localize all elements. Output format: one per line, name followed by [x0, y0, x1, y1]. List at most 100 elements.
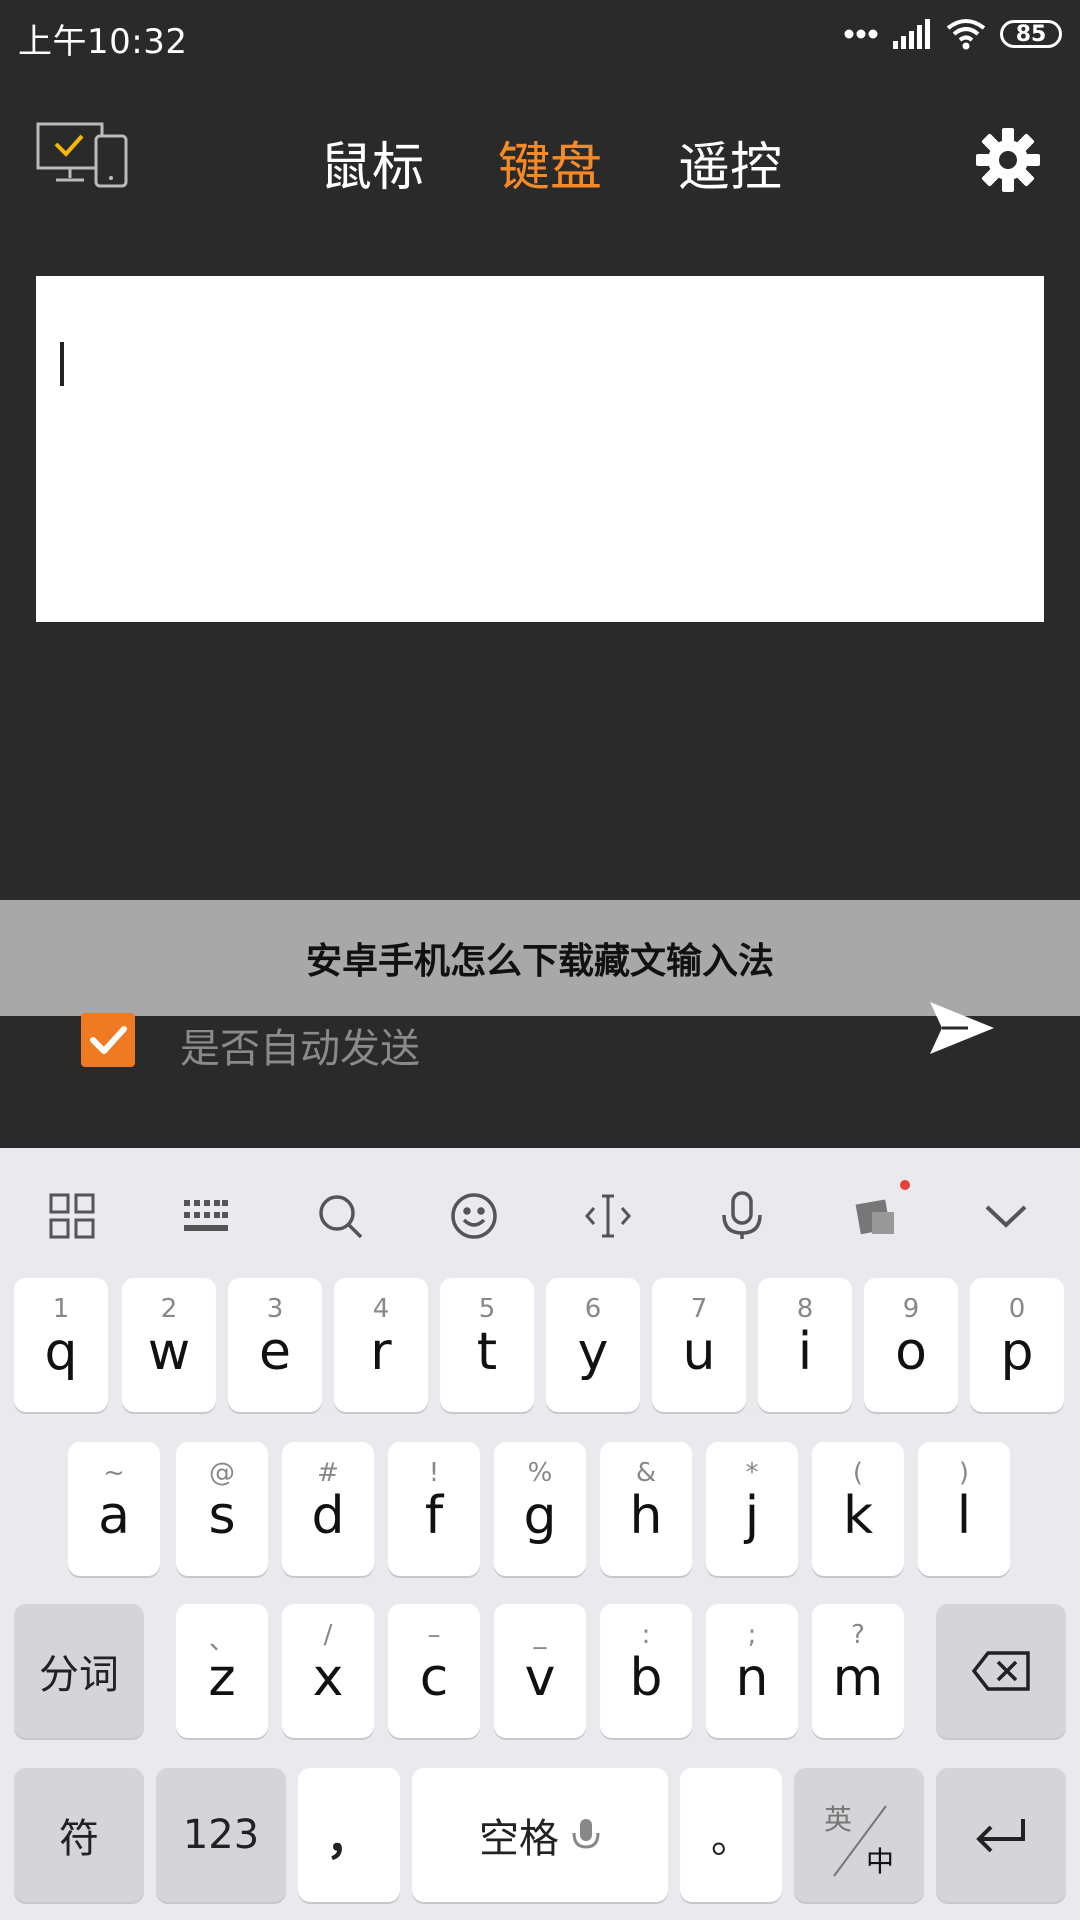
key-letter: w: [147, 1322, 191, 1382]
comma-key[interactable]: ，: [298, 1768, 400, 1902]
key-alt: 2: [160, 1294, 178, 1324]
key-a[interactable]: ~ a: [68, 1442, 160, 1576]
overlay-banner: 安卓手机怎么下载藏文输入法: [0, 900, 1080, 1016]
key-m[interactable]: ? m: [812, 1604, 904, 1738]
split-word-label: 分词: [39, 1652, 119, 1698]
key-v[interactable]: _ v: [494, 1604, 586, 1738]
microphone-icon[interactable]: [712, 1186, 772, 1246]
key-letter: p: [1000, 1322, 1034, 1382]
key-letter: t: [476, 1322, 498, 1382]
send-icon[interactable]: [928, 998, 996, 1058]
key-alt: @: [209, 1458, 235, 1488]
key-alt: #: [317, 1458, 339, 1488]
apps-grid-icon[interactable]: [42, 1186, 102, 1246]
key-alt: /: [323, 1620, 333, 1650]
backspace-key[interactable]: [936, 1604, 1066, 1738]
autosend-label: 是否自动发送: [180, 1026, 420, 1072]
key-t[interactable]: 5t: [440, 1278, 534, 1412]
language-switch-key[interactable]: 英 中: [794, 1768, 924, 1902]
key-letter: g: [523, 1486, 557, 1546]
key-alt: 3: [266, 1294, 284, 1324]
text-input-area[interactable]: [36, 276, 1044, 622]
key-w[interactable]: 2w: [122, 1278, 216, 1412]
keyboard-layout-icon[interactable]: [176, 1186, 236, 1246]
device-connect-icon[interactable]: [36, 122, 130, 188]
microphone-icon: [572, 1819, 600, 1849]
status-bar: 上午10:32 85: [0, 0, 1080, 76]
enter-icon: [936, 1768, 1066, 1902]
key-n[interactable]: ; n: [706, 1604, 798, 1738]
key-alt: _: [533, 1620, 547, 1650]
gear-icon[interactable]: [976, 128, 1040, 192]
key-i[interactable]: 8i: [758, 1278, 852, 1412]
key-k[interactable]: (k: [812, 1442, 904, 1576]
text-cursor-move-icon[interactable]: [578, 1186, 638, 1246]
autosend-checkbox[interactable]: [81, 1013, 135, 1067]
key-alt: &: [635, 1458, 657, 1488]
split-word-key[interactable]: 分词: [14, 1604, 144, 1738]
key-alt: !: [428, 1458, 440, 1488]
tab-remote[interactable]: 遥控: [678, 125, 782, 200]
skin-store-icon[interactable]: [846, 1180, 910, 1246]
battery-indicator: 85: [1000, 20, 1062, 48]
enter-key[interactable]: [936, 1768, 1066, 1902]
key-letter: q: [44, 1322, 78, 1382]
key-b[interactable]: :b: [600, 1604, 692, 1738]
key-u[interactable]: 7u: [652, 1278, 746, 1412]
key-p[interactable]: 0p: [970, 1278, 1064, 1412]
collapse-keyboard-icon[interactable]: [976, 1186, 1036, 1246]
key-g[interactable]: % g: [494, 1442, 586, 1576]
key-o[interactable]: 9o: [864, 1278, 958, 1412]
symbol-label: 符: [59, 1816, 99, 1862]
key-s[interactable]: @ s: [176, 1442, 268, 1576]
key-j[interactable]: * j: [706, 1442, 798, 1576]
key-alt: 6: [584, 1294, 602, 1324]
status-time: 上午10:32: [18, 22, 188, 62]
key-q[interactable]: 1q: [14, 1278, 108, 1412]
key-letter: h: [629, 1486, 663, 1546]
key-c[interactable]: – c: [388, 1604, 480, 1738]
key-alt: 9: [902, 1294, 920, 1324]
comma-label: ，: [326, 1811, 372, 1865]
key-l[interactable]: ) l: [918, 1442, 1010, 1576]
key-letter: v: [524, 1648, 556, 1708]
period-label: 。: [711, 1816, 751, 1862]
text-cursor: [60, 342, 64, 386]
key-alt: 1: [52, 1294, 70, 1324]
tab-keyboard[interactable]: 键盘: [498, 125, 602, 200]
key-letter: c: [419, 1648, 449, 1708]
key-y[interactable]: 6y: [546, 1278, 640, 1412]
divider-slash-icon: [833, 1805, 887, 1877]
key-letter: b: [629, 1648, 663, 1708]
key-letter: j: [744, 1486, 760, 1546]
autosend-row: 是否自动发送: [0, 1002, 1080, 1148]
period-key[interactable]: 。: [680, 1768, 782, 1902]
key-f[interactable]: ! f: [388, 1442, 480, 1576]
key-letter: r: [370, 1322, 392, 1382]
key-d[interactable]: # d: [282, 1442, 374, 1576]
key-x[interactable]: / x: [282, 1604, 374, 1738]
key-h[interactable]: & h: [600, 1442, 692, 1576]
search-icon[interactable]: [310, 1186, 370, 1246]
symbol-key[interactable]: 符: [14, 1768, 144, 1902]
space-key[interactable]: 空格: [412, 1768, 668, 1902]
key-alt: (: [852, 1458, 864, 1488]
key-e[interactable]: 3e: [228, 1278, 322, 1412]
number-key[interactable]: 123: [156, 1768, 286, 1902]
key-alt: :: [641, 1620, 651, 1650]
emoji-icon[interactable]: [444, 1186, 504, 1246]
tab-mouse[interactable]: 鼠标: [320, 125, 424, 200]
key-alt: ): [958, 1458, 970, 1488]
space-label-wrap: 空格: [412, 1768, 668, 1902]
key-letter: i: [797, 1322, 813, 1382]
notification-dot: [900, 1180, 910, 1190]
key-letter: y: [577, 1322, 609, 1382]
key-letter: z: [208, 1648, 236, 1708]
wifi-icon: [946, 19, 986, 50]
key-letter: x: [312, 1648, 344, 1708]
key-letter: s: [208, 1486, 236, 1546]
key-r[interactable]: 4r: [334, 1278, 428, 1412]
signal-icon: [893, 19, 930, 49]
key-z[interactable]: 、 z: [176, 1604, 268, 1738]
key-letter: d: [311, 1486, 345, 1546]
